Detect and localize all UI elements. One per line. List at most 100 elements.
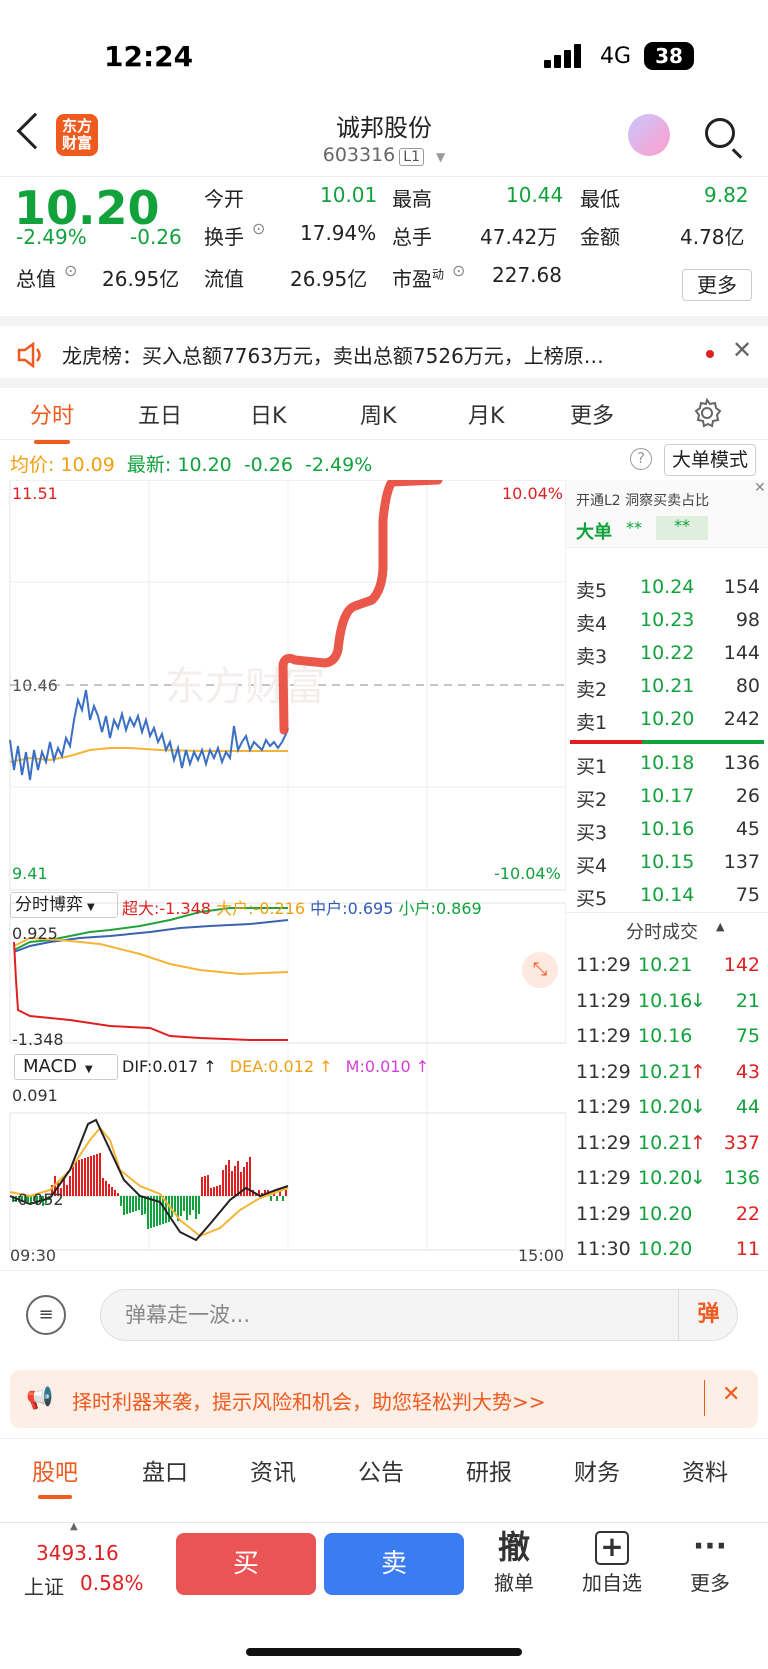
add-watchlist-button[interactable]: + 加自选 — [572, 1527, 652, 1596]
tab-pankou[interactable]: 盘口 — [142, 1453, 188, 1487]
ask-label: 卖3 — [576, 646, 608, 668]
macd-dropdown[interactable]: MACD ▼ — [14, 1054, 118, 1080]
intraday-chart[interactable]: 东方财富 — [0, 480, 566, 1270]
ellipsis-icon: ··· — [692, 1529, 728, 1564]
trade-time: 11:29 — [576, 1131, 631, 1154]
close-icon[interactable]: ✕ — [722, 1382, 740, 1407]
tab-monthly[interactable]: 月K — [468, 398, 504, 430]
ask-label: 卖5 — [576, 580, 608, 602]
watermark: 东方财富 — [165, 664, 325, 710]
bid-price: 10.16 — [640, 818, 695, 840]
bid-row[interactable]: 买3 10.16 45 — [566, 818, 768, 848]
index-value[interactable]: 3493.16 — [36, 1541, 119, 1565]
trades-title[interactable]: 分时成交 — [626, 918, 698, 944]
trade-row[interactable]: 11:29 10.21 142 — [566, 954, 768, 984]
tab-more[interactable]: 更多 — [570, 398, 614, 430]
tab-finance[interactable]: 财务 — [574, 1453, 620, 1487]
tab-profile[interactable]: 资料 — [682, 1453, 728, 1487]
y-bottom-pct: -10.04% — [494, 864, 561, 883]
change-amount: -0.26 — [130, 225, 182, 249]
macd-bar — [207, 1175, 209, 1196]
game-dropdown[interactable]: 分时博弈 ▼ — [10, 892, 118, 918]
trade-row[interactable]: 11:29 10.16 75 — [566, 1025, 768, 1055]
close-icon[interactable]: ✕ — [754, 480, 766, 496]
macd-bar — [132, 1196, 134, 1212]
trade-price: 10.20 — [638, 1202, 693, 1225]
speaker-icon — [17, 342, 41, 368]
trade-price: 10.20 — [638, 1167, 693, 1189]
tab-intraday[interactable]: 分时 — [30, 398, 74, 444]
ask-row[interactable]: 卖1 10.20 242 — [566, 708, 768, 738]
comment-list-icon[interactable]: ≡ — [26, 1295, 66, 1335]
big-order-value: ** — [626, 518, 642, 537]
game-top-value: 0.925 — [12, 924, 58, 943]
notice-bar[interactable]: 龙虎榜：买入总额7763万元，卖出总额7526万元，上榜原… ✕ — [0, 316, 768, 378]
trade-price: 10.20 — [638, 1096, 693, 1118]
sort-up-icon: ▲ — [716, 920, 725, 933]
macd-bar — [102, 1178, 104, 1196]
trade-row[interactable]: 11:29 10.16 ↓ 21 — [566, 990, 768, 1020]
ask-row[interactable]: 卖5 10.24 154 — [566, 576, 768, 606]
stock-code: 603316 — [322, 144, 396, 166]
info-icon[interactable]: ⊙ — [252, 219, 265, 238]
more-menu-button[interactable]: ··· 更多 — [670, 1527, 750, 1596]
tab-news[interactable]: 资讯 — [250, 1453, 296, 1487]
ask-row[interactable]: 卖2 10.21 80 — [566, 675, 768, 705]
cancel-order-button[interactable]: 撤 撤单 — [474, 1527, 554, 1596]
super-label: 超大: — [122, 899, 160, 918]
trade-row[interactable]: 11:29 10.20 ↓ 136 — [566, 1167, 768, 1197]
info-icon[interactable]: ⊙ — [64, 261, 77, 280]
expand-icon[interactable]: ⤡ — [522, 952, 558, 988]
high-value: 10.44 — [506, 183, 564, 207]
chevron-down-icon: ▼ — [84, 1064, 93, 1075]
tab-weekly[interactable]: 周K — [360, 398, 396, 430]
more-button[interactable]: 更多 — [682, 269, 752, 301]
l2-promo[interactable]: 开通L2 洞察买卖占比 ✕ 大单 ** ** — [566, 480, 768, 548]
tab-research[interactable]: 研报 — [466, 1453, 512, 1487]
bid-price: 10.15 — [640, 851, 695, 873]
y-top-pct: 10.04% — [502, 484, 564, 503]
assistant-avatar[interactable] — [628, 114, 670, 156]
trade-row[interactable]: 11:29 10.20 ↓ 44 — [566, 1096, 768, 1126]
macd-bar — [159, 1196, 161, 1225]
macd-top-value: 0.091 — [12, 1086, 58, 1105]
comment-input[interactable]: 弹幕走一波... — [100, 1289, 738, 1341]
buy-button[interactable]: 买 — [176, 1533, 316, 1595]
danmaku-toggle[interactable]: 弹 — [678, 1290, 738, 1340]
ask-price: 10.22 — [640, 642, 695, 664]
tab-5day[interactable]: 五日 — [138, 398, 182, 430]
trade-row[interactable]: 11:30 10.20 11 — [566, 1238, 768, 1268]
tab-guba[interactable]: 股吧 — [32, 1453, 78, 1499]
trade-direction: ↓ — [690, 1167, 706, 1189]
search-icon[interactable] — [705, 118, 735, 148]
gear-icon[interactable] — [692, 398, 722, 428]
tab-daily[interactable]: 日K — [250, 398, 286, 430]
bid-row[interactable]: 买1 10.18 136 — [566, 752, 768, 782]
trade-row[interactable]: 11:29 10.20 22 — [566, 1203, 768, 1233]
cancel-label: 撤单 — [494, 1571, 534, 1595]
promo-banner[interactable]: 📢 择时利器来袭，提示风险和机会，助您轻松判大势>> ✕ — [10, 1370, 758, 1428]
close-icon[interactable]: ✕ — [732, 336, 752, 364]
game-big-line — [13, 936, 289, 976]
total-value: 26.95亿 — [102, 267, 180, 291]
super-value: -1.348 — [159, 899, 211, 918]
bid-row[interactable]: 买5 10.14 75 — [566, 884, 768, 914]
trade-row[interactable]: 11:29 10.21 ↑ 337 — [566, 1132, 768, 1162]
trade-time: 11:29 — [576, 1096, 631, 1118]
trade-direction: ↓ — [690, 989, 706, 1012]
high-label: 最高 — [392, 187, 432, 211]
macd-bar — [96, 1154, 98, 1196]
bid-row[interactable]: 买2 10.17 26 — [566, 785, 768, 815]
trade-row[interactable]: 11:29 10.21 ↑ 43 — [566, 1061, 768, 1091]
ask-label: 卖2 — [576, 679, 608, 701]
info-icon[interactable]: ⊙ — [452, 261, 465, 280]
float-value: 26.95亿 — [290, 267, 368, 291]
tab-announcement[interactable]: 公告 — [358, 1453, 404, 1487]
big-order-mode-button[interactable]: 大单模式 — [664, 444, 756, 476]
ask-row[interactable]: 卖4 10.23 98 — [566, 609, 768, 639]
sell-button[interactable]: 卖 — [324, 1533, 464, 1595]
question-icon[interactable]: ? — [630, 448, 652, 470]
bid-row[interactable]: 买4 10.15 137 — [566, 851, 768, 881]
turnover-value: 17.94% — [300, 221, 377, 245]
ask-row[interactable]: 卖3 10.22 144 — [566, 642, 768, 672]
